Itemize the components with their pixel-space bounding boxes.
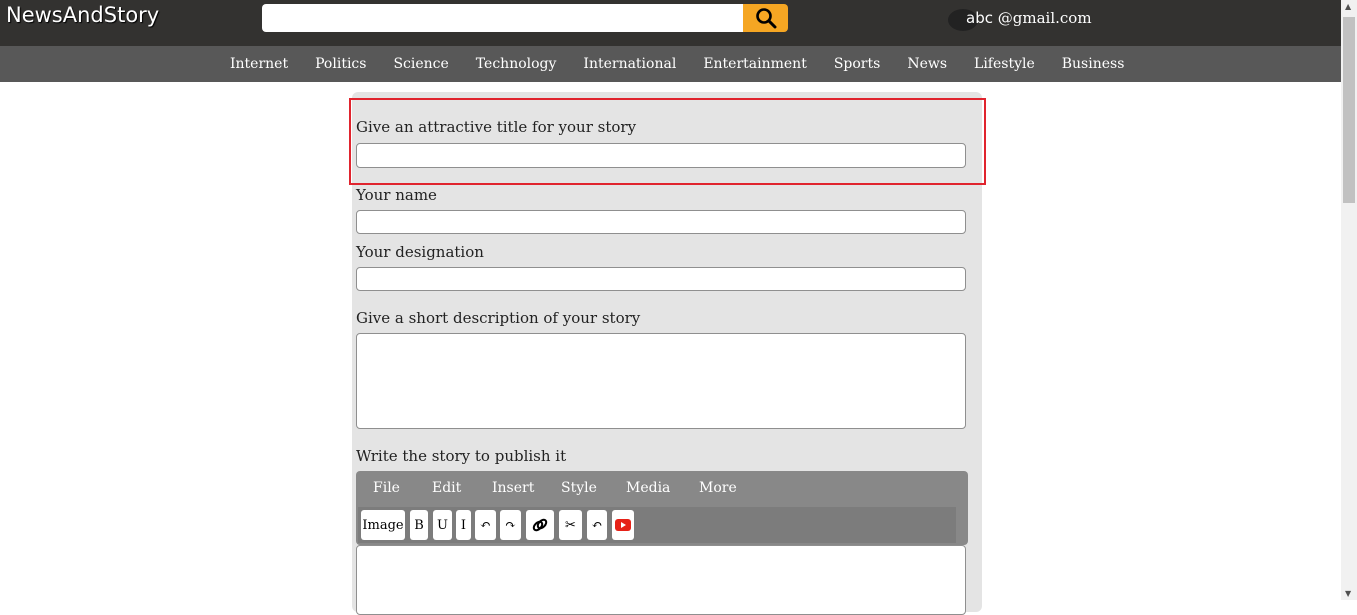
nav-item-sports[interactable]: Sports	[834, 56, 880, 72]
scroll-up-arrow-icon[interactable]: ▲	[1345, 2, 1351, 11]
underline-button[interactable]: U	[433, 510, 452, 540]
menu-edit[interactable]: Edit	[432, 480, 461, 496]
page-scrollbar[interactable]: ▲ ▼	[1341, 0, 1357, 600]
nav-item-international[interactable]: International	[583, 56, 676, 72]
site-logo[interactable]: NewsAndStory	[6, 3, 159, 27]
insert-image-button[interactable]: Image	[361, 510, 405, 540]
undo-secondary-button[interactable]: ↶	[587, 510, 607, 540]
title-label: Give an attractive title for your story	[356, 118, 637, 136]
menu-media[interactable]: Media	[626, 480, 670, 496]
nav-item-internet[interactable]: Internet	[230, 56, 288, 72]
undo-icon: ↶	[591, 517, 603, 533]
youtube-icon	[615, 519, 631, 531]
menu-style[interactable]: Style	[561, 480, 597, 496]
scroll-down-arrow-icon[interactable]: ▼	[1345, 589, 1351, 598]
top-bar: NewsAndStory abc @gmail.com	[0, 0, 1341, 46]
search-icon	[755, 8, 776, 29]
menu-file[interactable]: File	[373, 480, 400, 496]
redo-icon: ↷	[505, 517, 516, 533]
description-label: Give a short description of your story	[356, 309, 641, 327]
nav-item-news[interactable]: News	[907, 56, 947, 72]
user-account[interactable]: abc @gmail.com	[948, 6, 1092, 31]
scrollbar-thumb[interactable]	[1343, 17, 1355, 203]
undo-button[interactable]: ↶	[475, 510, 496, 540]
search-button[interactable]	[743, 4, 788, 32]
redo-button[interactable]: ↷	[500, 510, 521, 540]
menu-more[interactable]: More	[699, 480, 737, 496]
short-description-textarea[interactable]	[356, 333, 966, 429]
link-icon	[532, 518, 548, 532]
search-input[interactable]	[262, 4, 744, 32]
nav-item-business[interactable]: Business	[1062, 56, 1125, 72]
bold-button[interactable]: B	[410, 510, 428, 540]
story-title-input[interactable]	[356, 143, 966, 168]
menu-insert[interactable]: Insert	[492, 480, 534, 496]
story-editor-area[interactable]	[356, 545, 966, 615]
nav-item-lifestyle[interactable]: Lifestyle	[974, 56, 1035, 72]
nav-item-technology[interactable]: Technology	[476, 56, 557, 72]
name-label: Your name	[356, 186, 437, 204]
undo-icon: ↶	[480, 517, 491, 533]
user-email: abc @gmail.com	[966, 9, 1092, 27]
nav-item-science[interactable]: Science	[393, 56, 448, 72]
author-name-input[interactable]	[356, 210, 966, 234]
scissors-icon: ✂	[565, 517, 576, 533]
insert-video-button[interactable]	[612, 510, 634, 540]
insert-link-button[interactable]	[526, 510, 554, 540]
title-field-highlight	[349, 98, 986, 185]
category-nav: Internet Politics Science Technology Int…	[0, 46, 1341, 82]
designation-input[interactable]	[356, 267, 966, 291]
nav-item-entertainment[interactable]: Entertainment	[703, 56, 807, 72]
italic-button[interactable]: I	[456, 510, 471, 540]
nav-item-politics[interactable]: Politics	[315, 56, 366, 72]
cut-button[interactable]: ✂	[559, 510, 582, 540]
story-label: Write the story to publish it	[356, 447, 567, 465]
designation-label: Your designation	[356, 243, 484, 261]
